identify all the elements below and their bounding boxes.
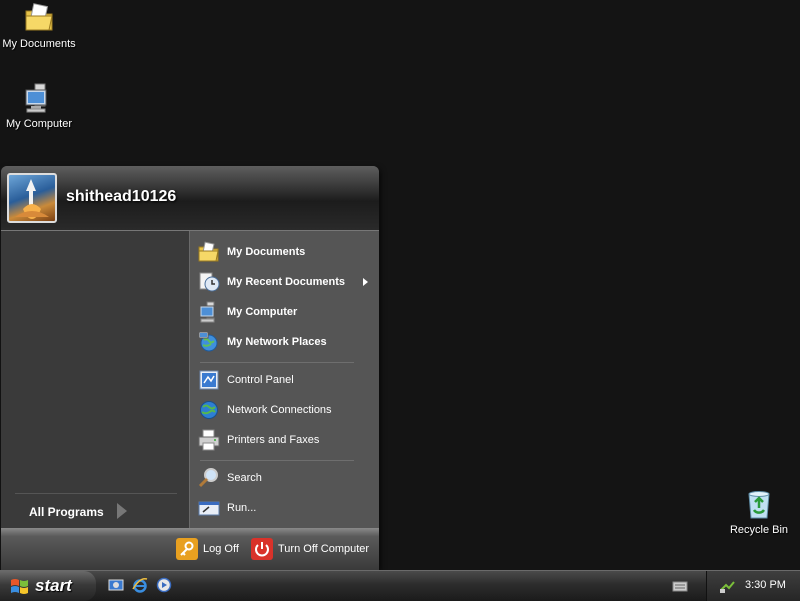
menu-divider <box>200 362 354 363</box>
all-programs-divider <box>15 493 177 494</box>
menu-item-network-connections[interactable]: Network Connections <box>198 397 376 423</box>
quicklaunch-show-desktop-icon[interactable] <box>108 577 124 593</box>
menu-item-label: My Documents <box>227 246 306 258</box>
my-computer-icon <box>23 82 55 114</box>
desktop-icon-my-documents[interactable]: My Documents <box>0 2 81 50</box>
system-tray: 3:30 PM <box>706 571 800 601</box>
desktop-icon-recycle-bin[interactable]: Recycle Bin <box>717 488 800 536</box>
user-name: shithead10126 <box>66 188 177 205</box>
printers-faxes-icon <box>198 429 220 451</box>
search-icon <box>198 467 220 489</box>
run-icon <box>198 497 220 519</box>
desktop-icon-label: Recycle Bin <box>729 524 789 536</box>
menu-item-printers-and-faxes[interactable]: Printers and Faxes <box>198 427 376 453</box>
start-menu-right-pane: My Documents My Recent Documents My Comp… <box>189 231 379 528</box>
quicklaunch-media-player-icon[interactable] <box>156 577 172 593</box>
submenu-arrow-icon <box>363 278 368 286</box>
menu-item-my-recent-documents[interactable]: My Recent Documents <box>198 269 376 295</box>
clock[interactable]: 3:30 PM <box>745 579 786 591</box>
log-off-button[interactable]: Log Off <box>176 538 239 560</box>
turn-off-button[interactable]: Turn Off Computer <box>251 538 369 560</box>
start-menu: shithead10126 All Programs My Documents <box>1 166 379 570</box>
start-label: start <box>35 576 72 595</box>
desktop-icon-my-computer[interactable]: My Computer <box>0 82 81 130</box>
menu-item-label: Run... <box>227 502 257 514</box>
language-bar-keyboard-icon[interactable] <box>672 579 688 595</box>
menu-item-control-panel[interactable]: Control Panel <box>198 367 376 393</box>
desktop-icon-label: My Computer <box>5 118 73 130</box>
power-icon <box>251 538 273 560</box>
network-connections-icon <box>198 399 220 421</box>
quicklaunch-internet-explorer-icon[interactable] <box>132 577 148 593</box>
start-button[interactable]: start <box>0 571 96 601</box>
my-documents-icon <box>23 2 55 34</box>
turn-off-label: Turn Off Computer <box>278 543 370 555</box>
user-avatar[interactable] <box>7 173 57 223</box>
menu-item-my-computer[interactable]: My Computer <box>198 299 376 325</box>
network-places-icon <box>198 331 220 353</box>
menu-item-my-network-places[interactable]: My Network Places <box>198 329 376 355</box>
taskbar: start 3:30 PM <box>0 570 800 601</box>
menu-item-label: My Network Places <box>227 336 327 348</box>
windows-logo-icon <box>10 577 30 595</box>
menu-item-label: Printers and Faxes <box>227 434 320 446</box>
log-off-icon <box>176 538 198 560</box>
menu-item-label: Network Connections <box>227 404 332 416</box>
menu-item-label: My Recent Documents <box>227 276 345 288</box>
all-programs-arrow-icon <box>117 503 127 519</box>
my-documents-icon <box>198 241 220 263</box>
start-menu-left-pane: All Programs <box>1 231 189 528</box>
recycle-bin-icon <box>743 488 775 520</box>
start-menu-footer: Log Off Turn Off Computer <box>1 528 379 570</box>
menu-item-run[interactable]: Run... <box>198 495 376 521</box>
all-programs-button[interactable]: All Programs <box>29 505 104 519</box>
log-off-label: Log Off <box>203 543 239 555</box>
menu-item-label: Search <box>227 472 262 484</box>
recent-documents-icon <box>198 271 220 293</box>
menu-item-label: My Computer <box>227 306 298 318</box>
control-panel-icon <box>198 369 220 391</box>
desktop-icon-label: My Documents <box>2 38 76 50</box>
start-menu-header: shithead10126 <box>1 166 379 231</box>
my-computer-icon <box>198 301 220 323</box>
menu-item-my-documents[interactable]: My Documents <box>198 239 376 265</box>
menu-item-search[interactable]: Search <box>198 465 376 491</box>
menu-divider <box>200 460 354 461</box>
tray-network-icon[interactable] <box>719 578 735 594</box>
menu-item-label: Control Panel <box>227 374 294 386</box>
